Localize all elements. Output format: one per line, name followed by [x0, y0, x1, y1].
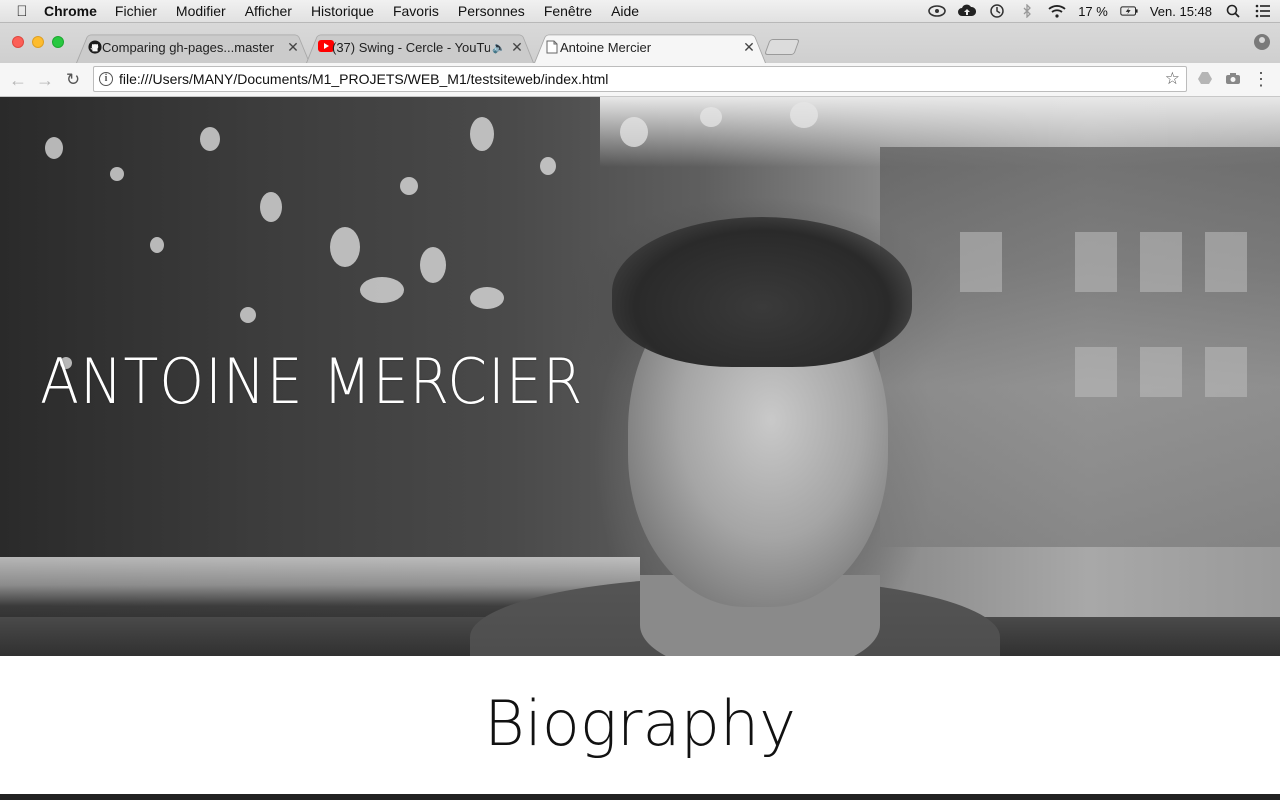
chrome-menu-icon[interactable]: ⋮ [1251, 70, 1271, 90]
notification-center-icon[interactable] [1254, 3, 1272, 19]
creative-cloud-icon[interactable] [928, 3, 946, 19]
tab-close-icon[interactable]: ✕ [742, 39, 756, 56]
back-arrow-icon[interactable]: ← [7, 69, 29, 91]
apple-icon[interactable]:  [0, 3, 44, 20]
menu-fenetre[interactable]: Fenêtre [544, 3, 592, 19]
reload-icon[interactable]: ↻ [62, 69, 84, 91]
tab-github[interactable]: Comparing gh-pages...master ✕ [76, 31, 310, 63]
profile-icon[interactable] [1254, 34, 1270, 50]
url-text[interactable]: file:///Users/MANY/Documents/M1_PROJETS/… [119, 71, 608, 87]
forward-arrow-icon[interactable]: → [34, 69, 56, 91]
minimize-window-button[interactable] [32, 36, 44, 48]
battery-charging-icon[interactable] [1120, 3, 1138, 19]
menubar-status-area: 17 % Ven. 15:48 [928, 0, 1272, 22]
zoom-window-button[interactable] [52, 36, 64, 48]
menubar:  Chrome Fichier Modifier Afficher Histo… [0, 0, 1280, 23]
tab-close-icon[interactable]: ✕ [286, 39, 300, 56]
time-machine-icon[interactable] [988, 3, 1006, 19]
tab-youtube[interactable]: (37) Swing - Cercle - YouTube 🔈 ✕ [306, 31, 534, 63]
tab-close-icon[interactable]: ✕ [510, 39, 524, 56]
close-window-button[interactable] [12, 36, 24, 48]
cloud-upload-icon[interactable] [958, 3, 977, 19]
menu-app-name[interactable]: Chrome [44, 3, 97, 19]
new-tab-button[interactable] [764, 39, 800, 55]
menu-personnes[interactable]: Personnes [458, 3, 525, 19]
speaker-audio-icon[interactable]: 🔈 [492, 41, 506, 54]
tab-label: (37) Swing - Cercle - YouTube [332, 39, 491, 55]
hero-title: ANTOINE MERCIER [40, 345, 584, 418]
bookmark-star-icon[interactable]: ☆ [1165, 69, 1180, 89]
wifi-icon[interactable] [1048, 3, 1066, 19]
drive-extension-icon[interactable] [1195, 70, 1215, 90]
tab-label: Antoine Mercier [560, 39, 652, 55]
github-icon [88, 40, 102, 54]
tab-label: Comparing gh-pages...master [102, 39, 274, 55]
page-icon [546, 40, 560, 54]
browser-toolbar: ← → ↻ i file:///Users/MANY/Documents/M1_… [0, 63, 1280, 97]
tab-strip: Comparing gh-pages...master ✕ (37) Swing… [0, 23, 1280, 63]
page-viewport: ANTOINE MERCIER Biography [0, 97, 1280, 800]
next-section-edge [0, 794, 1280, 800]
section-title-biography: Biography [484, 687, 796, 760]
info-icon[interactable]: i [99, 72, 113, 86]
menu-fichier[interactable]: Fichier [115, 3, 157, 19]
menu-modifier[interactable]: Modifier [176, 3, 226, 19]
menu-favoris[interactable]: Favoris [393, 3, 439, 19]
bluetooth-icon[interactable] [1018, 3, 1036, 19]
address-bar[interactable]: i file:///Users/MANY/Documents/M1_PROJET… [93, 66, 1187, 92]
menu-afficher[interactable]: Afficher [245, 3, 292, 19]
youtube-icon [318, 40, 334, 54]
camera-extension-icon[interactable] [1223, 70, 1243, 90]
battery-percent: 17 % [1078, 3, 1108, 19]
clock[interactable]: Ven. 15:48 [1150, 4, 1212, 19]
menu-historique[interactable]: Historique [311, 3, 374, 19]
spotlight-search-icon[interactable] [1224, 3, 1242, 19]
window-controls [12, 36, 64, 48]
menu-aide[interactable]: Aide [611, 3, 639, 19]
tab-antoine-mercier[interactable]: Antoine Mercier ✕ [534, 31, 766, 63]
hero-photo: ANTOINE MERCIER [0, 97, 1280, 656]
